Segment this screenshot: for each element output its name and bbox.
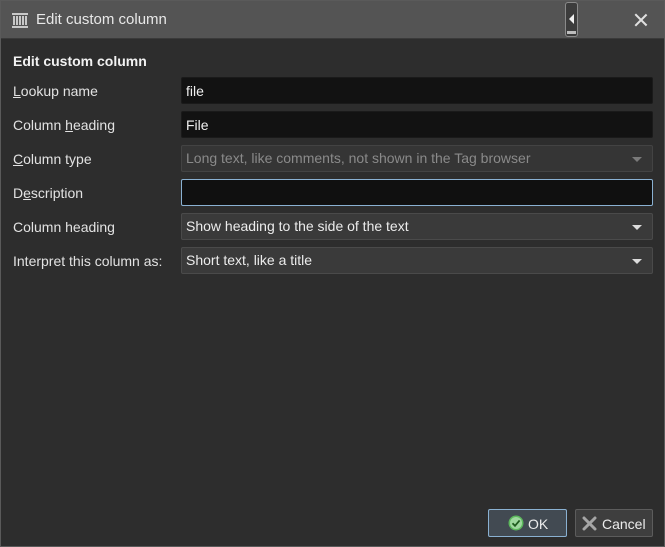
column-heading-label: Column heading	[13, 117, 115, 133]
column-type-select: Long text, like comments, not shown in t…	[181, 145, 653, 172]
cancel-button[interactable]: Cancel	[575, 509, 653, 537]
library-icon	[11, 11, 29, 29]
cancel-x-icon	[582, 515, 598, 531]
column-type-value: Long text, like comments, not shown in t…	[186, 150, 531, 166]
column-type-label: Column type	[13, 151, 92, 167]
lookup-name-input[interactable]	[181, 77, 653, 104]
window-title: Edit custom column	[36, 11, 167, 28]
cancel-button-label: Cancel	[602, 516, 646, 532]
chevron-down-icon	[632, 157, 642, 162]
column-heading-input[interactable]	[181, 111, 653, 138]
chevron-down-icon	[632, 259, 642, 264]
chevron-down-icon	[632, 225, 642, 230]
interpret-as-value: Short text, like a title	[186, 252, 313, 268]
heading-position-select[interactable]: Show heading to the side of the text	[181, 213, 653, 240]
description-label: Description	[13, 185, 84, 201]
arrow-left-icon	[569, 14, 574, 24]
heading-position-value: Show heading to the side of the text	[186, 218, 409, 234]
description-input[interactable]	[181, 179, 653, 206]
close-button[interactable]	[628, 7, 654, 33]
ok-button[interactable]: OK	[488, 509, 567, 537]
interpret-as-select[interactable]: Short text, like a title	[181, 247, 653, 274]
section-title: Edit custom column	[13, 53, 147, 69]
title-bar[interactable]: Edit custom column	[1, 1, 664, 39]
checkmark-icon	[508, 515, 524, 531]
ok-button-label: OK	[528, 516, 549, 532]
grip-icon	[567, 31, 576, 34]
interpret-as-label: Interpret this column as:	[13, 253, 163, 269]
panel-toggle-handle[interactable]	[565, 2, 578, 37]
lookup-name-label: Lookup name	[13, 83, 98, 99]
heading-position-label: Column heading	[13, 219, 115, 235]
edit-custom-column-dialog: Edit custom column Edit custom column Lo…	[0, 0, 665, 547]
